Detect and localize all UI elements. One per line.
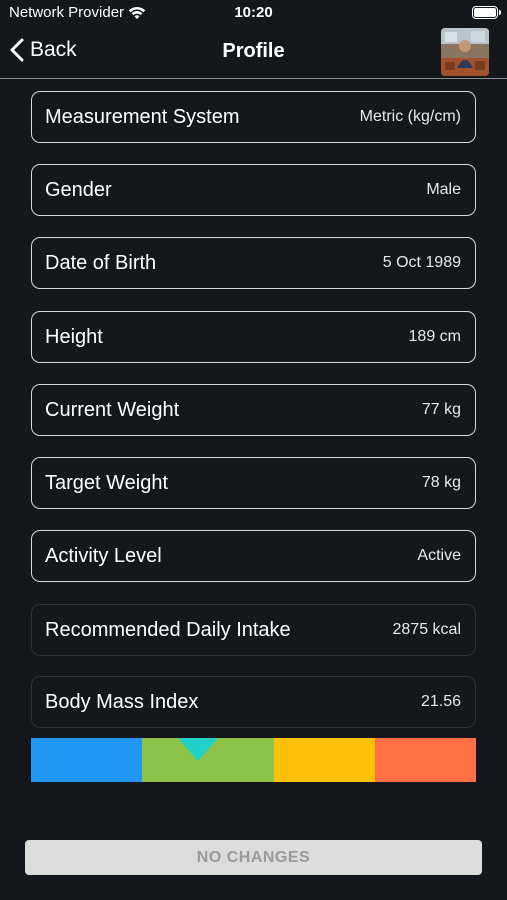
battery-icon [472,6,501,19]
recommended-daily-intake-row: Recommended Daily Intake 2875 kcal [31,604,476,656]
body-mass-index-row: Body Mass Index 21.56 [31,676,476,728]
row-value: 5 Oct 1989 [382,254,461,271]
row-value: Metric (kg/cm) [359,108,461,125]
row-label: Recommended Daily Intake [45,618,291,641]
navigation-bar: Back Profile [0,28,507,79]
status-bar: Network Provider 10:20 [0,0,507,28]
avatar[interactable] [441,28,489,76]
row-label: Height [45,325,103,348]
status-time: 10:20 [234,4,273,21]
battery-fill [474,8,496,17]
row-value: 21.56 [420,693,461,710]
page-title: Profile [222,40,285,62]
row-label: Current Weight [45,398,180,421]
gender-row[interactable]: Gender Male [31,164,476,216]
bmi-underweight-segment [31,738,142,782]
row-label: Activity Level [45,544,162,567]
row-value: 189 cm [408,328,461,345]
row-value: 2875 kcal [392,621,462,638]
profile-photo-icon [441,28,489,76]
measurement-system-row[interactable]: Measurement System Metric (kg/cm) [31,91,476,143]
row-label: Date of Birth [45,251,157,274]
height-row[interactable]: Height 189 cm [31,311,476,363]
row-label: Target Weight [45,471,169,494]
bmi-scale [31,738,476,782]
row-label: Measurement System [45,105,240,128]
current-weight-row[interactable]: Current Weight 77 kg [31,384,476,436]
row-value: Male [426,181,461,198]
bmi-overweight-segment [274,738,375,782]
row-label: Body Mass Index [45,690,199,713]
activity-level-row[interactable]: Activity Level Active [31,530,476,582]
bmi-obese-segment [375,738,476,782]
row-label: Gender [45,178,112,201]
row-value: Active [417,547,461,564]
date-of-birth-row[interactable]: Date of Birth 5 Oct 1989 [31,237,476,289]
target-weight-row[interactable]: Target Weight 78 kg [31,457,476,509]
row-value: 77 kg [421,401,461,418]
row-value: 78 kg [421,474,461,491]
bmi-marker-icon [178,738,218,761]
save-button[interactable]: NO CHANGES [25,840,482,875]
